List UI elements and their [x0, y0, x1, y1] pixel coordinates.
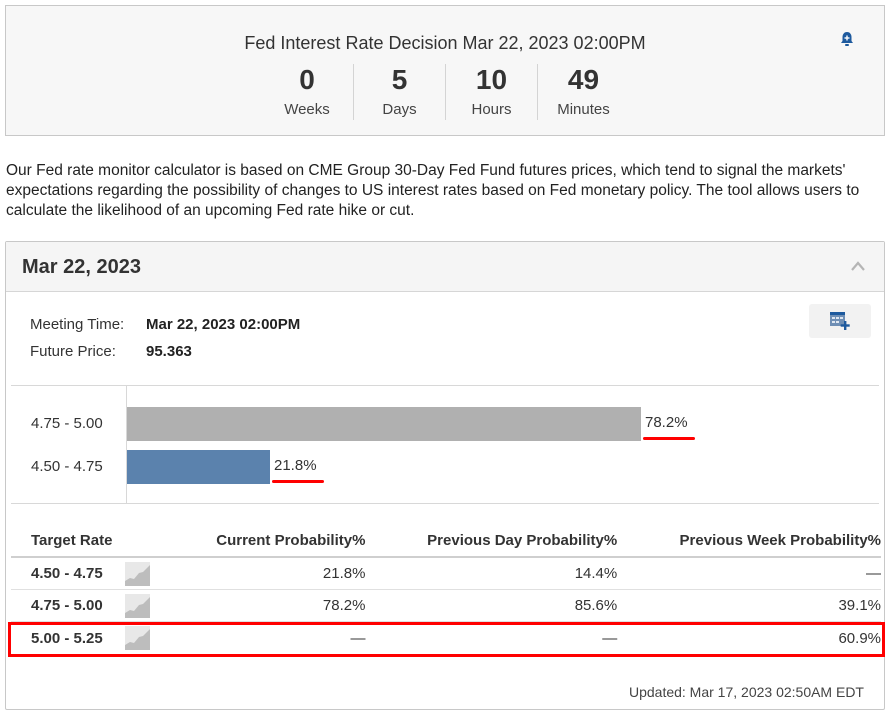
countdown-units: 0 Weeks 5 Days 10 Hours 49 Minutes: [6, 64, 884, 120]
probability-table: Target Rate Current Probability% Previou…: [11, 524, 881, 654]
current-probability: 78.2%: [322, 597, 366, 614]
chart-top-divider: [11, 385, 879, 386]
countdown-title: Fed Interest Rate Decision Mar 22, 2023 …: [244, 33, 646, 53]
weeks-value: 0: [299, 64, 315, 95]
meeting-meta: Meeting Time: Mar 22, 2023 02:00PM Futur…: [30, 316, 300, 370]
minutes-label: Minutes: [557, 101, 610, 118]
target-rate: 4.50 - 4.75: [31, 565, 103, 582]
hours-label: Hours: [471, 101, 512, 118]
header-current-probability: Current Probability%: [216, 531, 366, 549]
countdown-box: Fed Interest Rate Decision Mar 22, 2023 …: [5, 5, 885, 136]
previous-day-probability: 14.4%: [574, 565, 618, 582]
bar-category-label: 4.75 - 5.00: [31, 415, 103, 432]
chart-axis-line: [126, 386, 127, 503]
add-to-calendar-button[interactable]: [809, 304, 871, 338]
countdown-days: 5 Days: [353, 64, 445, 120]
previous-week-probability: 60.9%: [838, 629, 882, 647]
chart-history-icon[interactable]: [125, 561, 150, 586]
chart-history-icon[interactable]: [125, 626, 150, 650]
current-probability: 21.8%: [322, 565, 366, 582]
meeting-time-label: Meeting Time:: [30, 316, 125, 333]
previous-week-probability: 39.1%: [838, 597, 882, 614]
red-underline-annotation: [643, 437, 695, 440]
bell-plus-icon[interactable]: [834, 26, 860, 52]
meeting-date-heading: Mar 22, 2023: [22, 256, 141, 278]
previous-week-probability: —: [866, 565, 882, 582]
meeting-panel: Mar 22, 2023 Meeting Time: Mar 22, 2023 …: [5, 241, 885, 710]
current-probability: —: [350, 629, 366, 647]
future-price-label: Future Price:: [30, 343, 116, 360]
header-previous-week-probability: Previous Week Probability%: [679, 531, 882, 549]
table-row: 4.75 - 5.00 78.2% 85.6% 39.1%: [11, 590, 881, 622]
days-value: 5: [391, 64, 408, 95]
header-target-rate: Target Rate: [31, 531, 113, 549]
previous-day-probability: —: [602, 629, 618, 647]
countdown-minutes: 49 Minutes: [537, 64, 629, 120]
table-row: 4.50 - 4.75 21.8% 14.4% —: [11, 558, 881, 590]
probability-bar: [127, 407, 641, 441]
meeting-time-value: Mar 22, 2023 02:00PM: [146, 316, 301, 333]
chart-history-icon[interactable]: [125, 593, 150, 618]
previous-day-probability: 85.6%: [574, 597, 618, 614]
bar-value-label: 78.2%: [645, 414, 688, 431]
red-underline-annotation: [272, 480, 324, 483]
target-rate: 5.00 - 5.25: [31, 629, 103, 647]
hours-value: 10: [475, 64, 508, 95]
days-label: Days: [382, 101, 417, 118]
table-header: Target Rate Current Probability% Previou…: [11, 524, 881, 558]
countdown-weeks: 0 Weeks: [261, 64, 353, 120]
chart-bottom-divider: [11, 503, 879, 504]
description-text: Our Fed rate monitor calculator is based…: [6, 162, 860, 219]
header-previous-day-probability: Previous Day Probability%: [427, 531, 618, 549]
countdown-hours: 10 Hours: [445, 64, 537, 120]
meeting-panel-header[interactable]: Mar 22, 2023: [6, 242, 884, 292]
weeks-label: Weeks: [284, 101, 330, 118]
chevron-up-icon[interactable]: [850, 260, 866, 272]
table-row: 5.00 - 5.25 — — 60.9%: [11, 622, 881, 654]
bar-value-label: 21.8%: [274, 457, 317, 474]
future-price-value: 95.363: [146, 343, 192, 360]
updated-timestamp: Updated: Mar 17, 2023 02:50AM EDT: [628, 684, 864, 700]
probability-bar: [127, 450, 270, 484]
bar-category-label: 4.50 - 4.75: [31, 458, 103, 475]
target-rate: 4.75 - 5.00: [31, 597, 103, 614]
add-to-calendar-icon: [830, 312, 850, 330]
minutes-value: 49: [567, 64, 600, 95]
